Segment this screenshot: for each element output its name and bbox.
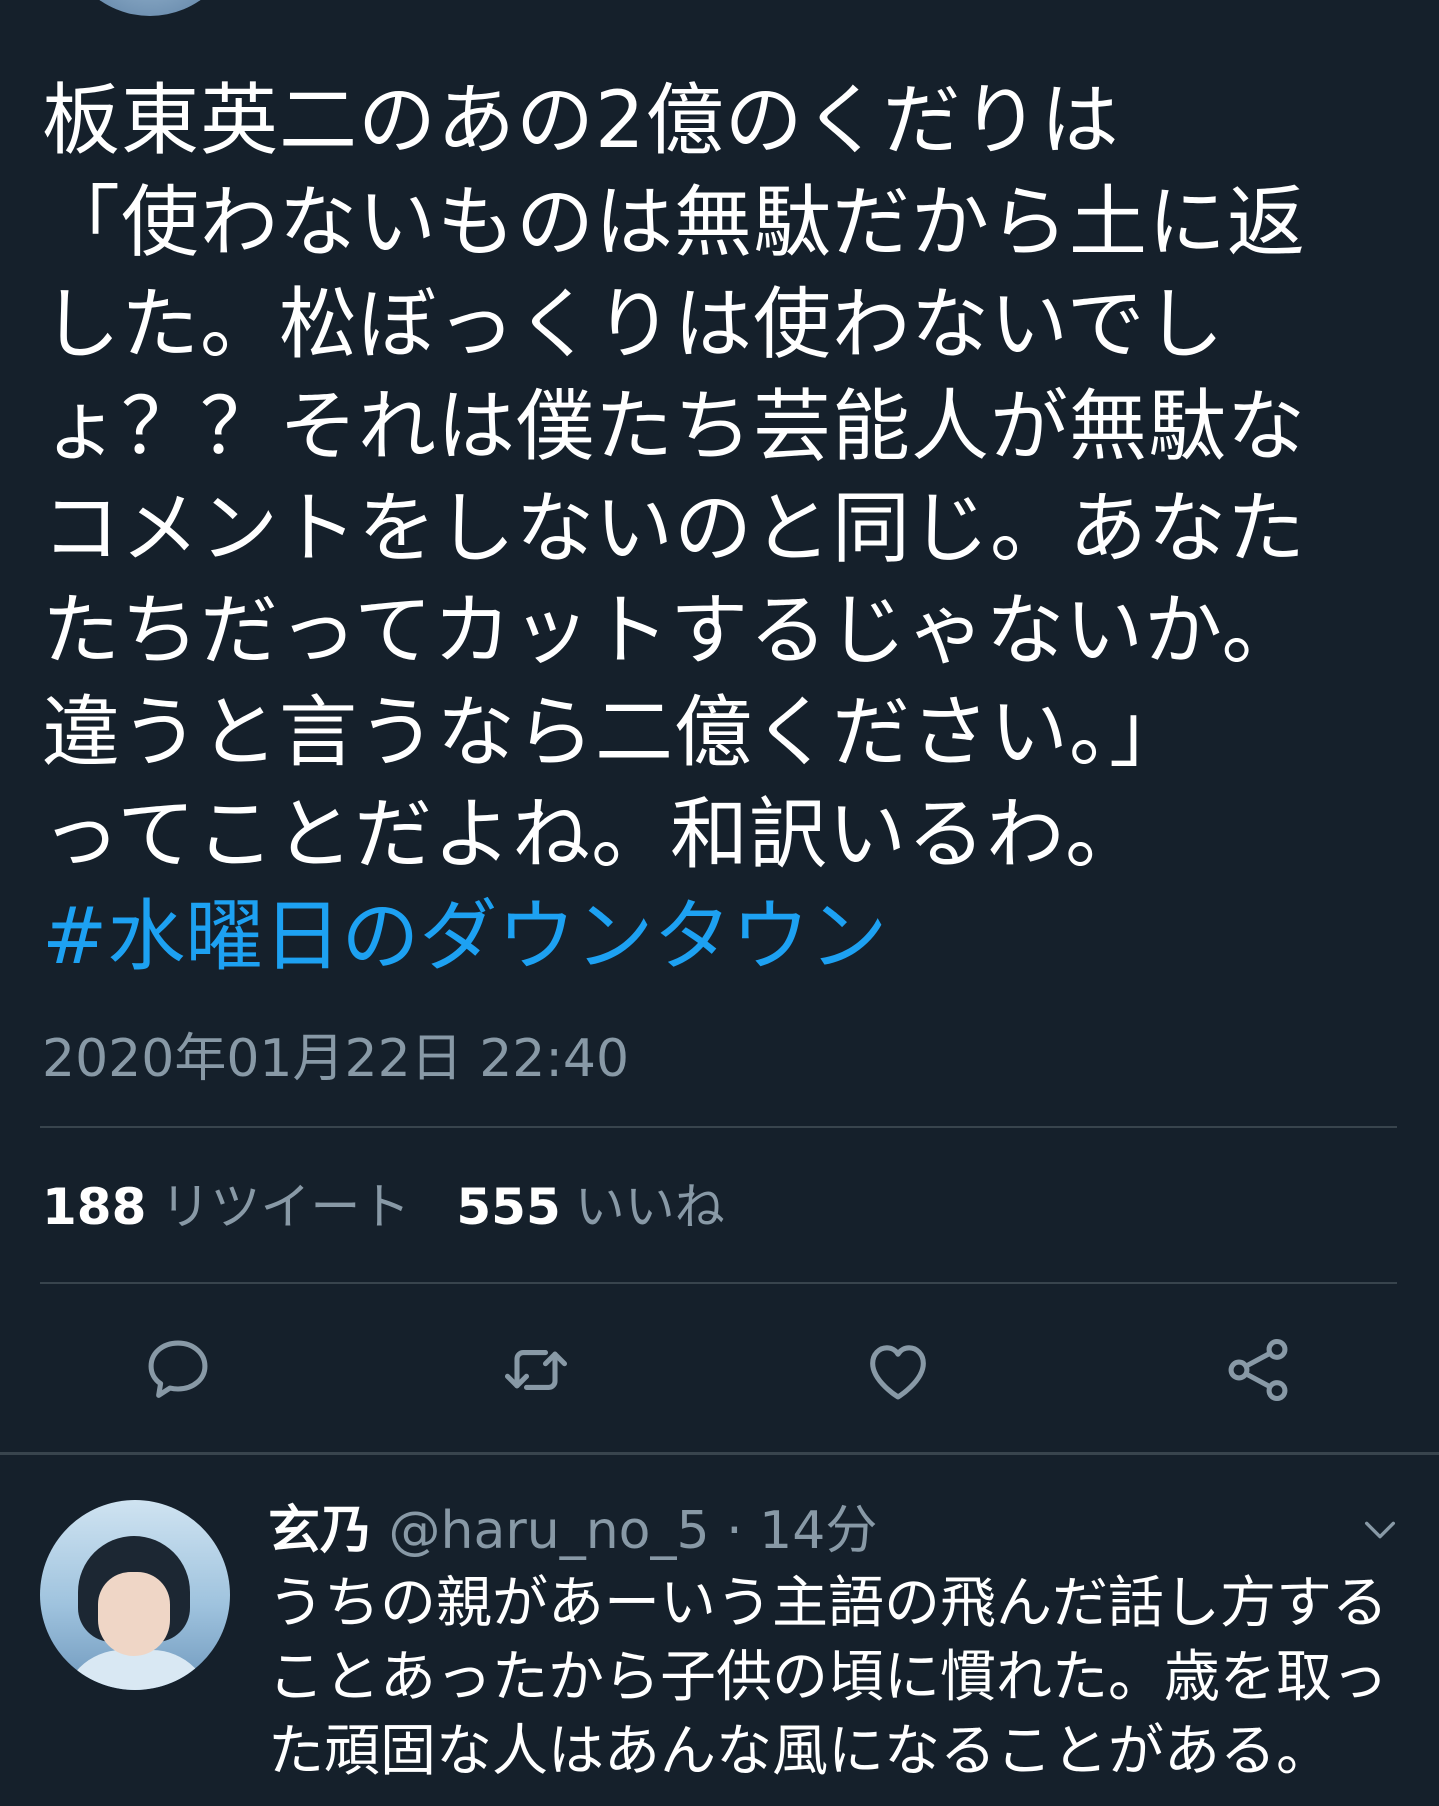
heart-icon (870, 1345, 926, 1400)
divider (40, 1126, 1397, 1128)
divider (0, 1452, 1439, 1455)
reply-author-name[interactable]: 玄乃 (268, 1501, 372, 1561)
separator-dot: · (726, 1501, 743, 1561)
reply-time: 14分 (759, 1501, 878, 1561)
retweet-button[interactable] (498, 1332, 574, 1408)
retweet-icon (504, 1350, 568, 1390)
reply-avatar[interactable] (40, 1500, 230, 1690)
tweet-action-bar (0, 1332, 1439, 1408)
reply-header: 玄乃 @haru_no_5 · 14分 (268, 1498, 877, 1564)
reply-menu-button[interactable] (1358, 1510, 1402, 1550)
hashtag-link[interactable]: #水曜日のダウンタウン (42, 886, 887, 988)
reply-text: うちの親があーいう主語の飛んだ話し方する ことあったから子供の頃に慣れた。歳を取… (268, 1571, 1388, 1784)
author-avatar[interactable] (62, 0, 238, 16)
like-label[interactable]: いいね (575, 1178, 725, 1236)
share-button[interactable] (1220, 1332, 1296, 1408)
like-count[interactable]: 555 (456, 1178, 560, 1236)
tweet-stats: 188 リツイート 555 いいね (42, 1172, 725, 1242)
like-button[interactable] (860, 1332, 936, 1408)
divider (40, 1282, 1397, 1284)
reply-icon (148, 1340, 208, 1398)
tweet-timestamp: 2020年01月22日 22:40 (42, 1029, 630, 1089)
retweet-label[interactable]: リツイート (160, 1178, 410, 1236)
reply-button[interactable] (140, 1332, 216, 1408)
share-icon (1228, 1338, 1288, 1402)
reply-author-handle[interactable]: @haru_no_5 (389, 1501, 710, 1561)
tweet-text: 板東英二のあの2億のくだりは 「使わないものは無駄だから土に返 した。松ぼっくり… (42, 76, 1307, 880)
chevron-down-icon (1365, 1521, 1395, 1539)
retweet-count[interactable]: 188 (42, 1178, 146, 1236)
